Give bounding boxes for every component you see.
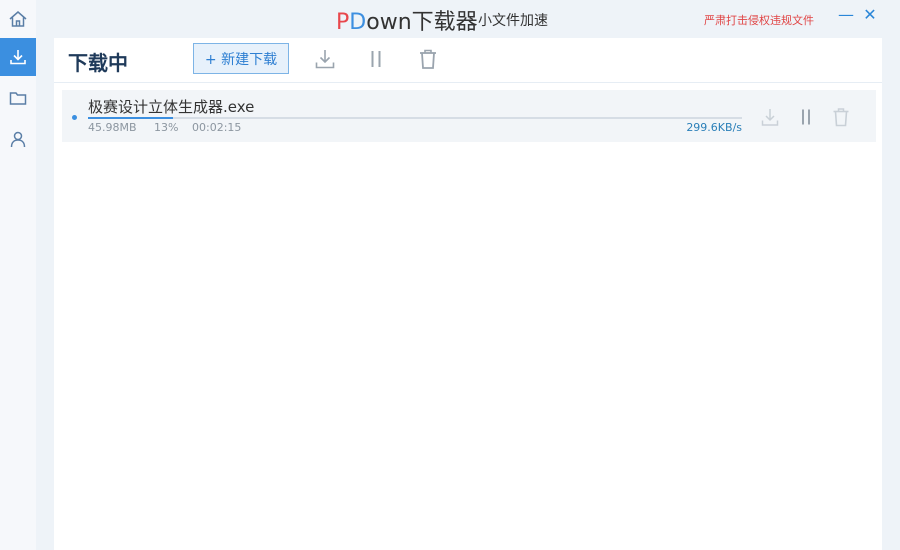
folder-icon [9,92,27,105]
download-icon [315,50,335,69]
sidebar [0,0,36,550]
task-speed: 299.6KB/s [686,121,742,134]
task-percent: 13% [154,121,179,134]
task-elapsed: 00:02:15 [192,121,242,134]
app-title: PDown下载器 [336,4,478,36]
pause-all-button[interactable] [364,47,388,71]
download-icon [10,50,26,65]
start-all-button[interactable] [313,47,337,71]
task-pause-button[interactable] [795,106,817,128]
trash-icon [833,108,849,127]
download-icon [761,109,779,126]
progress-bar-fill [88,117,174,119]
sidebar-item-home[interactable] [0,0,36,38]
trash-icon [420,49,436,69]
sidebar-item-completed[interactable] [0,79,36,117]
minimize-button[interactable]: — [838,6,854,24]
task-start-button[interactable] [759,106,781,128]
progress-bar [88,117,742,119]
app-title-p: P [336,10,350,35]
app-subtitle: 小文件加速 [478,13,548,29]
new-download-button[interactable]: + 新建下载 [193,43,289,74]
sidebar-item-account[interactable] [0,120,36,158]
sidebar-item-downloading[interactable] [0,38,36,76]
app-title-d: D [349,10,367,35]
panel-header: 下载中 + 新建下载 [54,38,882,83]
task-status-dot [72,115,77,120]
user-icon [10,131,26,148]
task-filename: 极赛设计立体生成器.exe [88,98,255,116]
home-icon [9,11,27,27]
pause-icon [371,51,381,67]
main-panel: 下载中 + 新建下载 极赛设计立体生成器.exe 45.98MB 13% 00:… [54,38,882,550]
task-row[interactable]: 极赛设计立体生成器.exe 45.98MB 13% 00:02:15 299.6… [62,90,876,142]
app-title-rest: own下载器 [366,10,478,35]
pause-icon [802,109,810,125]
page-title: 下载中 [68,51,128,75]
task-size: 45.98MB [88,121,137,134]
infringement-notice: 严肃打击侵权违规文件 [704,14,814,27]
task-delete-button[interactable] [830,106,852,128]
delete-all-button[interactable] [416,47,440,71]
close-button[interactable]: ✕ [862,6,878,24]
